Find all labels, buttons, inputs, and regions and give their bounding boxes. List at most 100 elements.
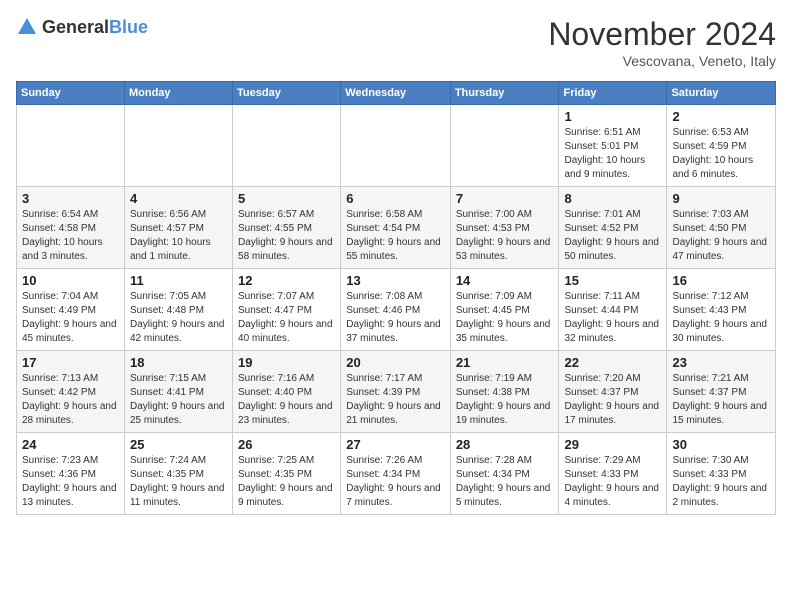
day-number: 24 — [22, 437, 119, 452]
day-cell: 8Sunrise: 7:01 AM Sunset: 4:52 PM Daylig… — [559, 187, 667, 269]
day-info: Sunrise: 6:56 AM Sunset: 4:57 PM Dayligh… — [130, 208, 227, 264]
day-number: 14 — [456, 273, 554, 288]
week-row-3: 17 Sunrise: 7:13 AM Sunset: 4:42 PM Dayli… — [17, 351, 776, 433]
header-cell-thursday: Thursday — [450, 82, 559, 105]
day-cell: 14 Sunrise: 7:09 AM Sunset: 4:45 PM Dayli… — [450, 269, 559, 351]
header-cell-monday: Monday — [124, 82, 232, 105]
day-number: 28 — [456, 437, 554, 452]
day-info: Sunrise: 7:25 AM Sunset: 4:35 PM Dayligh… — [238, 454, 335, 510]
day-cell: 4 Sunrise: 6:56 AM Sunset: 4:57 PM Daylig… — [124, 187, 232, 269]
header-cell-tuesday: Tuesday — [233, 82, 341, 105]
day-info: Sunrise: 6:54 AM Sunset: 4:58 PM Dayligh… — [22, 208, 119, 264]
day-info: Sunrise: 7:11 AM Sunset: 4:44 PM Dayligh… — [564, 290, 661, 346]
header-cell-friday: Friday — [559, 82, 667, 105]
day-cell: 20 Sunrise: 7:17 AM Sunset: 4:39 PM Dayli… — [341, 351, 451, 433]
day-cell: 18Sunrise: 7:15 AM Sunset: 4:41 PM Dayli… — [124, 351, 232, 433]
day-info: Sunrise: 7:00 AM Sunset: 4:53 PM Dayligh… — [456, 208, 554, 264]
day-number: 20 — [346, 355, 445, 370]
day-cell: 12Sunrise: 7:07 AM Sunset: 4:47 PM Dayli… — [233, 269, 341, 351]
day-cell: 15Sunrise: 7:11 AM Sunset: 4:44 PM Dayli… — [559, 269, 667, 351]
day-info: Sunrise: 7:05 AM Sunset: 4:48 PM Dayligh… — [130, 290, 227, 346]
day-cell: 26 Sunrise: 7:25 AM Sunset: 4:35 PM Dayli… — [233, 433, 341, 515]
header-cell-saturday: Saturday — [667, 82, 776, 105]
day-cell: 30 Sunrise: 7:30 AM Sunset: 4:33 PM Dayli… — [667, 433, 776, 515]
calendar-header: SundayMondayTuesdayWednesdayThursdayFrid… — [17, 82, 776, 105]
day-cell — [341, 105, 451, 187]
day-number: 11 — [130, 273, 227, 288]
day-cell — [233, 105, 341, 187]
day-cell: 28 Sunrise: 7:28 AM Sunset: 4:34 PM Dayli… — [450, 433, 559, 515]
day-number: 27 — [346, 437, 445, 452]
day-cell: 16Sunrise: 7:12 AM Sunset: 4:43 PM Dayli… — [667, 269, 776, 351]
day-number: 12 — [238, 273, 335, 288]
day-info: Sunrise: 7:16 AM Sunset: 4:40 PM Dayligh… — [238, 372, 335, 428]
day-cell: 5Sunrise: 6:57 AM Sunset: 4:55 PM Daylig… — [233, 187, 341, 269]
day-cell: 10 Sunrise: 7:04 AM Sunset: 4:49 PM Dayli… — [17, 269, 125, 351]
location-subtitle: Vescovana, Veneto, Italy — [548, 53, 776, 69]
week-row-0: 1 Sunrise: 6:51 AM Sunset: 5:01 PM Daylig… — [17, 105, 776, 187]
day-cell: 29Sunrise: 7:29 AM Sunset: 4:33 PM Dayli… — [559, 433, 667, 515]
day-cell: 9 Sunrise: 7:03 AM Sunset: 4:50 PM Daylig… — [667, 187, 776, 269]
header-cell-sunday: Sunday — [17, 82, 125, 105]
day-info: Sunrise: 7:09 AM Sunset: 4:45 PM Dayligh… — [456, 290, 554, 346]
day-info: Sunrise: 7:23 AM Sunset: 4:36 PM Dayligh… — [22, 454, 119, 510]
day-info: Sunrise: 7:24 AM Sunset: 4:35 PM Dayligh… — [130, 454, 227, 510]
day-number: 3 — [22, 191, 119, 206]
day-number: 7 — [456, 191, 554, 206]
calendar-table: SundayMondayTuesdayWednesdayThursdayFrid… — [16, 81, 776, 515]
day-info: Sunrise: 7:08 AM Sunset: 4:46 PM Dayligh… — [346, 290, 445, 346]
day-number: 25 — [130, 437, 227, 452]
logo: GeneralBlue — [16, 16, 148, 38]
day-info: Sunrise: 7:26 AM Sunset: 4:34 PM Dayligh… — [346, 454, 445, 510]
day-info: Sunrise: 6:53 AM Sunset: 4:59 PM Dayligh… — [672, 126, 770, 182]
day-number: 13 — [346, 273, 445, 288]
logo-text-blue: Blue — [109, 17, 148, 37]
week-row-1: 3 Sunrise: 6:54 AM Sunset: 4:58 PM Daylig… — [17, 187, 776, 269]
day-number: 22 — [564, 355, 661, 370]
day-info: Sunrise: 7:03 AM Sunset: 4:50 PM Dayligh… — [672, 208, 770, 264]
day-number: 17 — [22, 355, 119, 370]
day-info: Sunrise: 7:20 AM Sunset: 4:37 PM Dayligh… — [564, 372, 661, 428]
day-number: 4 — [130, 191, 227, 206]
day-number: 30 — [672, 437, 770, 452]
day-info: Sunrise: 7:28 AM Sunset: 4:34 PM Dayligh… — [456, 454, 554, 510]
day-info: Sunrise: 7:21 AM Sunset: 4:37 PM Dayligh… — [672, 372, 770, 428]
day-info: Sunrise: 6:58 AM Sunset: 4:54 PM Dayligh… — [346, 208, 445, 264]
day-number: 8 — [564, 191, 661, 206]
day-info: Sunrise: 7:17 AM Sunset: 4:39 PM Dayligh… — [346, 372, 445, 428]
day-number: 26 — [238, 437, 335, 452]
day-info: Sunrise: 7:04 AM Sunset: 4:49 PM Dayligh… — [22, 290, 119, 346]
day-number: 9 — [672, 191, 770, 206]
day-number: 10 — [22, 273, 119, 288]
day-cell: 24 Sunrise: 7:23 AM Sunset: 4:36 PM Dayli… — [17, 433, 125, 515]
day-number: 16 — [672, 273, 770, 288]
day-info: Sunrise: 6:51 AM Sunset: 5:01 PM Dayligh… — [564, 126, 661, 182]
day-info: Sunrise: 7:15 AM Sunset: 4:41 PM Dayligh… — [130, 372, 227, 428]
day-info: Sunrise: 7:30 AM Sunset: 4:33 PM Dayligh… — [672, 454, 770, 510]
day-info: Sunrise: 6:57 AM Sunset: 4:55 PM Dayligh… — [238, 208, 335, 264]
day-cell: 17 Sunrise: 7:13 AM Sunset: 4:42 PM Dayli… — [17, 351, 125, 433]
day-cell: 25 Sunrise: 7:24 AM Sunset: 4:35 PM Dayli… — [124, 433, 232, 515]
day-cell — [124, 105, 232, 187]
day-number: 23 — [672, 355, 770, 370]
day-cell — [17, 105, 125, 187]
day-cell: 6Sunrise: 6:58 AM Sunset: 4:54 PM Daylig… — [341, 187, 451, 269]
day-cell: 21Sunrise: 7:19 AM Sunset: 4:38 PM Dayli… — [450, 351, 559, 433]
day-cell: 19 Sunrise: 7:16 AM Sunset: 4:40 PM Dayli… — [233, 351, 341, 433]
week-row-4: 24 Sunrise: 7:23 AM Sunset: 4:36 PM Dayli… — [17, 433, 776, 515]
week-row-2: 10 Sunrise: 7:04 AM Sunset: 4:49 PM Dayli… — [17, 269, 776, 351]
day-number: 2 — [672, 109, 770, 124]
title-block: November 2024 Vescovana, Veneto, Italy — [548, 16, 776, 69]
day-cell: 2 Sunrise: 6:53 AM Sunset: 4:59 PM Daylig… — [667, 105, 776, 187]
logo-icon — [16, 16, 38, 38]
calendar-body: 1 Sunrise: 6:51 AM Sunset: 5:01 PM Daylig… — [17, 105, 776, 515]
day-cell: 27 Sunrise: 7:26 AM Sunset: 4:34 PM Dayli… — [341, 433, 451, 515]
day-number: 19 — [238, 355, 335, 370]
day-cell: 1 Sunrise: 6:51 AM Sunset: 5:01 PM Daylig… — [559, 105, 667, 187]
day-cell: 13 Sunrise: 7:08 AM Sunset: 4:46 PM Dayli… — [341, 269, 451, 351]
day-cell: 11 Sunrise: 7:05 AM Sunset: 4:48 PM Dayli… — [124, 269, 232, 351]
day-info: Sunrise: 7:19 AM Sunset: 4:38 PM Dayligh… — [456, 372, 554, 428]
day-info: Sunrise: 7:13 AM Sunset: 4:42 PM Dayligh… — [22, 372, 119, 428]
day-number: 1 — [564, 109, 661, 124]
logo-text-general: General — [42, 17, 109, 37]
